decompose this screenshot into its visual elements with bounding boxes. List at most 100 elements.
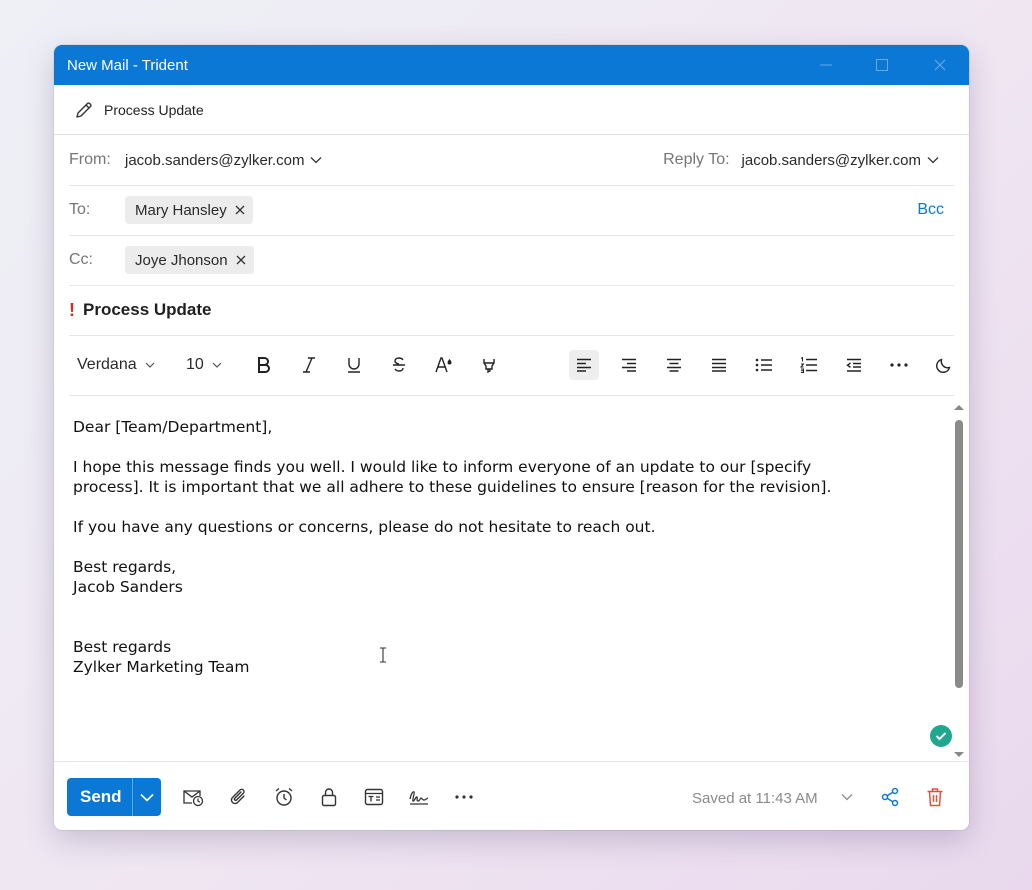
highlight-button[interactable]: [474, 350, 504, 380]
moon-icon: [936, 358, 951, 373]
send-button-group: Send: [67, 778, 161, 816]
signature-block: Best regards Zylker Marketing Team: [73, 638, 250, 676]
body-paragraph: If you have any questions or concerns, p…: [73, 518, 656, 536]
font-color-icon: [435, 357, 452, 373]
from-row: From: jacob.sanders@zylker.com Reply To:…: [69, 135, 954, 186]
attach-button[interactable]: [228, 786, 250, 808]
numbered-list-icon: [800, 357, 817, 373]
share-button[interactable]: [879, 786, 901, 808]
align-right-icon: [622, 358, 636, 372]
strikethrough-button[interactable]: [384, 350, 414, 380]
bcc-link[interactable]: Bcc: [917, 201, 944, 219]
dark-mode-button[interactable]: [929, 350, 959, 380]
font-family-select[interactable]: Verdana: [77, 350, 155, 380]
send-button[interactable]: Send: [67, 787, 132, 807]
minimize-button[interactable]: [798, 45, 854, 85]
schedule-mail-icon: [183, 790, 204, 807]
alarm-clock-icon: [275, 787, 293, 806]
schedule-send-button[interactable]: [182, 786, 204, 808]
cc-row: Cc: Joye Jhonson: [69, 235, 954, 286]
align-left-icon: [577, 358, 591, 372]
from-address-select[interactable]: jacob.sanders@zylker.com: [125, 152, 322, 169]
recipient-name: Mary Hansley: [135, 201, 227, 219]
more-horizontal-icon: [890, 363, 908, 367]
from-label: From:: [69, 151, 111, 168]
bold-button[interactable]: [249, 350, 279, 380]
strikethrough-icon: [393, 357, 405, 372]
font-family-value: Verdana: [77, 356, 137, 373]
template-button[interactable]: [363, 786, 385, 808]
italic-button[interactable]: [294, 350, 324, 380]
signature-icon: [409, 791, 429, 805]
more-actions-button[interactable]: [453, 786, 475, 808]
saved-check-icon: [930, 725, 952, 747]
pencil-icon: [76, 101, 92, 118]
highlighter-icon: [483, 359, 495, 374]
encrypt-button[interactable]: [318, 786, 340, 808]
remove-icon[interactable]: [235, 205, 245, 215]
align-left-button[interactable]: [569, 350, 599, 380]
outdent-button[interactable]: [839, 350, 869, 380]
justify-button[interactable]: [704, 350, 734, 380]
reminder-button[interactable]: [273, 786, 295, 808]
more-options-button[interactable]: [884, 350, 914, 380]
saved-status: Saved at 11:43 AM: [692, 790, 818, 807]
align-center-button[interactable]: [659, 350, 689, 380]
recipient-chip[interactable]: Mary Hansley: [125, 196, 253, 224]
underline-button[interactable]: [339, 350, 369, 380]
font-size-select[interactable]: 10: [186, 350, 222, 380]
recipient-chip[interactable]: Joye Jhonson: [125, 246, 254, 274]
body-paragraph: I hope this message finds you well. I wo…: [73, 458, 832, 496]
signature-button[interactable]: [408, 786, 430, 808]
body-paragraph: Best regards, Jacob Sanders: [73, 558, 183, 596]
maximize-icon: [876, 59, 888, 71]
formatting-toolbar: Verdana 10: [69, 335, 954, 396]
bulleted-list-button[interactable]: [749, 350, 779, 380]
recipient-name: Joye Jhonson: [135, 251, 228, 269]
minimize-icon: [820, 64, 832, 66]
italic-icon: [303, 357, 315, 373]
compose-footer: Send Saved at 11:43 AM: [54, 761, 969, 830]
body-scrollbar[interactable]: [952, 400, 966, 760]
bulleted-list-icon: [755, 358, 772, 372]
draft-header: Process Update: [54, 85, 969, 135]
to-label: To:: [69, 201, 91, 218]
scroll-up-icon[interactable]: [952, 402, 966, 412]
reply-to-field[interactable]: Reply To: jacob.sanders@zylker.com: [663, 151, 939, 169]
chevron-down-icon: [140, 793, 154, 802]
to-row: To: Mary Hansley Bcc: [69, 185, 954, 236]
cc-label: Cc:: [69, 251, 93, 268]
maximize-button[interactable]: [854, 45, 910, 85]
subject-text: Process Update: [83, 300, 212, 319]
align-right-button[interactable]: [614, 350, 644, 380]
send-options-button[interactable]: [132, 778, 161, 816]
subject-row[interactable]: ! Process Update: [69, 285, 954, 336]
title-bar: New Mail - Trident: [54, 45, 969, 85]
body-paragraph: Dear [Team/Department],: [73, 418, 273, 436]
numbered-list-button[interactable]: [794, 350, 824, 380]
chevron-down-icon: [311, 157, 322, 164]
reply-to-label: Reply To:: [663, 151, 730, 168]
trash-icon: [927, 788, 943, 807]
lock-icon: [321, 788, 337, 807]
chevron-down-icon: [841, 794, 853, 801]
outdent-icon: [846, 358, 861, 372]
more-horizontal-icon: [455, 795, 473, 799]
font-color-button[interactable]: [429, 350, 459, 380]
subject-field[interactable]: ! Process Update: [69, 300, 212, 321]
text-cursor-icon: [379, 647, 387, 668]
chevron-down-icon: [927, 157, 939, 164]
scrollbar-thumb[interactable]: [955, 420, 963, 688]
draft-title: Process Update: [104, 101, 204, 118]
scroll-down-icon[interactable]: [952, 750, 966, 760]
close-button[interactable]: [912, 45, 968, 85]
remove-icon[interactable]: [236, 255, 246, 265]
justify-icon: [712, 358, 726, 372]
bold-icon: [258, 357, 270, 373]
delete-button[interactable]: [924, 786, 946, 808]
saved-options-button[interactable]: [836, 786, 858, 808]
share-icon: [881, 787, 899, 807]
high-priority-icon: !: [69, 299, 75, 320]
reply-to-address-wrap: jacob.sanders@zylker.com: [742, 152, 939, 169]
message-body-editor[interactable]: Dear [Team/Department], I hope this mess…: [73, 410, 953, 760]
